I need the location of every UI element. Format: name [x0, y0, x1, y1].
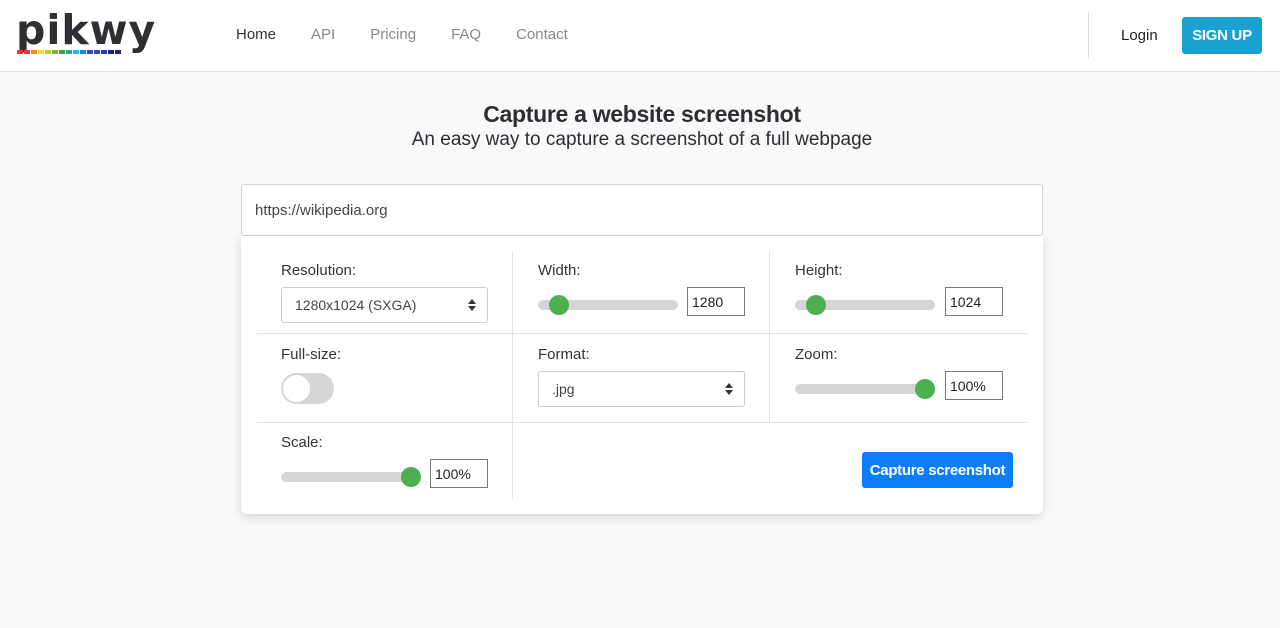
zoom-slider-thumb[interactable]: [915, 379, 935, 399]
header-divider: [1088, 12, 1089, 59]
options-panel: Resolution: 1280x1024 (SXGA) Width: Heig…: [241, 236, 1043, 514]
logo-dot: [94, 50, 100, 54]
resolution-label: Resolution:: [281, 262, 357, 279]
resolution-value: 1280x1024 (SXGA): [295, 297, 417, 313]
logo-dot: [101, 50, 107, 54]
logo-dot: [45, 50, 51, 54]
height-slider-thumb[interactable]: [805, 295, 826, 315]
zoom-input[interactable]: [945, 371, 1003, 400]
grid-divider: [257, 422, 1027, 423]
logo-dot: [59, 50, 65, 54]
grid-divider: [512, 334, 513, 422]
nav-pricing[interactable]: Pricing: [370, 26, 416, 43]
nav-home[interactable]: Home: [236, 26, 276, 43]
grid-divider: [512, 251, 513, 334]
height-slider[interactable]: [795, 295, 935, 315]
width-input[interactable]: [687, 287, 745, 316]
nav-api[interactable]: API: [311, 26, 335, 43]
format-value: .jpg: [552, 381, 575, 397]
format-select[interactable]: .jpg: [538, 371, 745, 407]
logo[interactable]: pikwy: [16, 6, 155, 58]
site-header: pikwy Home API Pricing FAQ Contact Login…: [0, 0, 1280, 72]
scale-slider[interactable]: [281, 467, 421, 487]
format-label: Format:: [538, 346, 590, 363]
width-slider-thumb[interactable]: [548, 295, 569, 315]
nav-contact[interactable]: Contact: [516, 26, 568, 43]
main-nav: Home API Pricing FAQ Contact: [236, 26, 603, 43]
zoom-slider[interactable]: [795, 379, 935, 399]
url-input[interactable]: [241, 184, 1043, 236]
login-link[interactable]: Login: [1121, 27, 1158, 44]
scale-label: Scale:: [281, 434, 323, 451]
logo-dot: [108, 50, 114, 54]
fullsize-toggle[interactable]: [281, 373, 334, 404]
fullsize-label: Full-size:: [281, 346, 342, 363]
scale-slider-thumb[interactable]: [401, 467, 421, 487]
logo-color-strip: [17, 50, 121, 54]
resolution-select[interactable]: 1280x1024 (SXGA): [281, 287, 488, 323]
logo-dot: [66, 50, 72, 54]
logo-dot: [52, 50, 58, 54]
zoom-label: Zoom:: [795, 346, 838, 363]
width-slider[interactable]: [538, 295, 678, 315]
grid-divider: [769, 251, 770, 422]
logo-dot: [17, 50, 23, 54]
toggle-knob: [283, 375, 310, 402]
grid-divider: [512, 422, 513, 499]
capture-screenshot-button[interactable]: Capture screenshot: [862, 452, 1013, 488]
height-label: Height:: [795, 262, 843, 279]
select-arrows-icon: [468, 299, 476, 311]
logo-dot: [38, 50, 44, 54]
height-input[interactable]: [945, 287, 1003, 316]
logo-dot: [115, 50, 121, 54]
logo-dot: [87, 50, 93, 54]
logo-dot: [73, 50, 79, 54]
page-title: Capture a website screenshot: [483, 101, 801, 127]
signup-button[interactable]: SIGN UP: [1182, 17, 1262, 54]
width-label: Width:: [538, 262, 581, 279]
logo-dot: [24, 50, 30, 54]
scale-input[interactable]: [430, 459, 488, 488]
grid-divider: [257, 333, 1027, 334]
select-arrows-icon: [725, 383, 733, 395]
logo-text: pikwy: [16, 6, 157, 54]
nav-faq[interactable]: FAQ: [451, 26, 481, 43]
logo-dot: [80, 50, 86, 54]
page-subtitle: An easy way to capture a screenshot of a…: [411, 129, 873, 150]
logo-dot: [31, 50, 37, 54]
